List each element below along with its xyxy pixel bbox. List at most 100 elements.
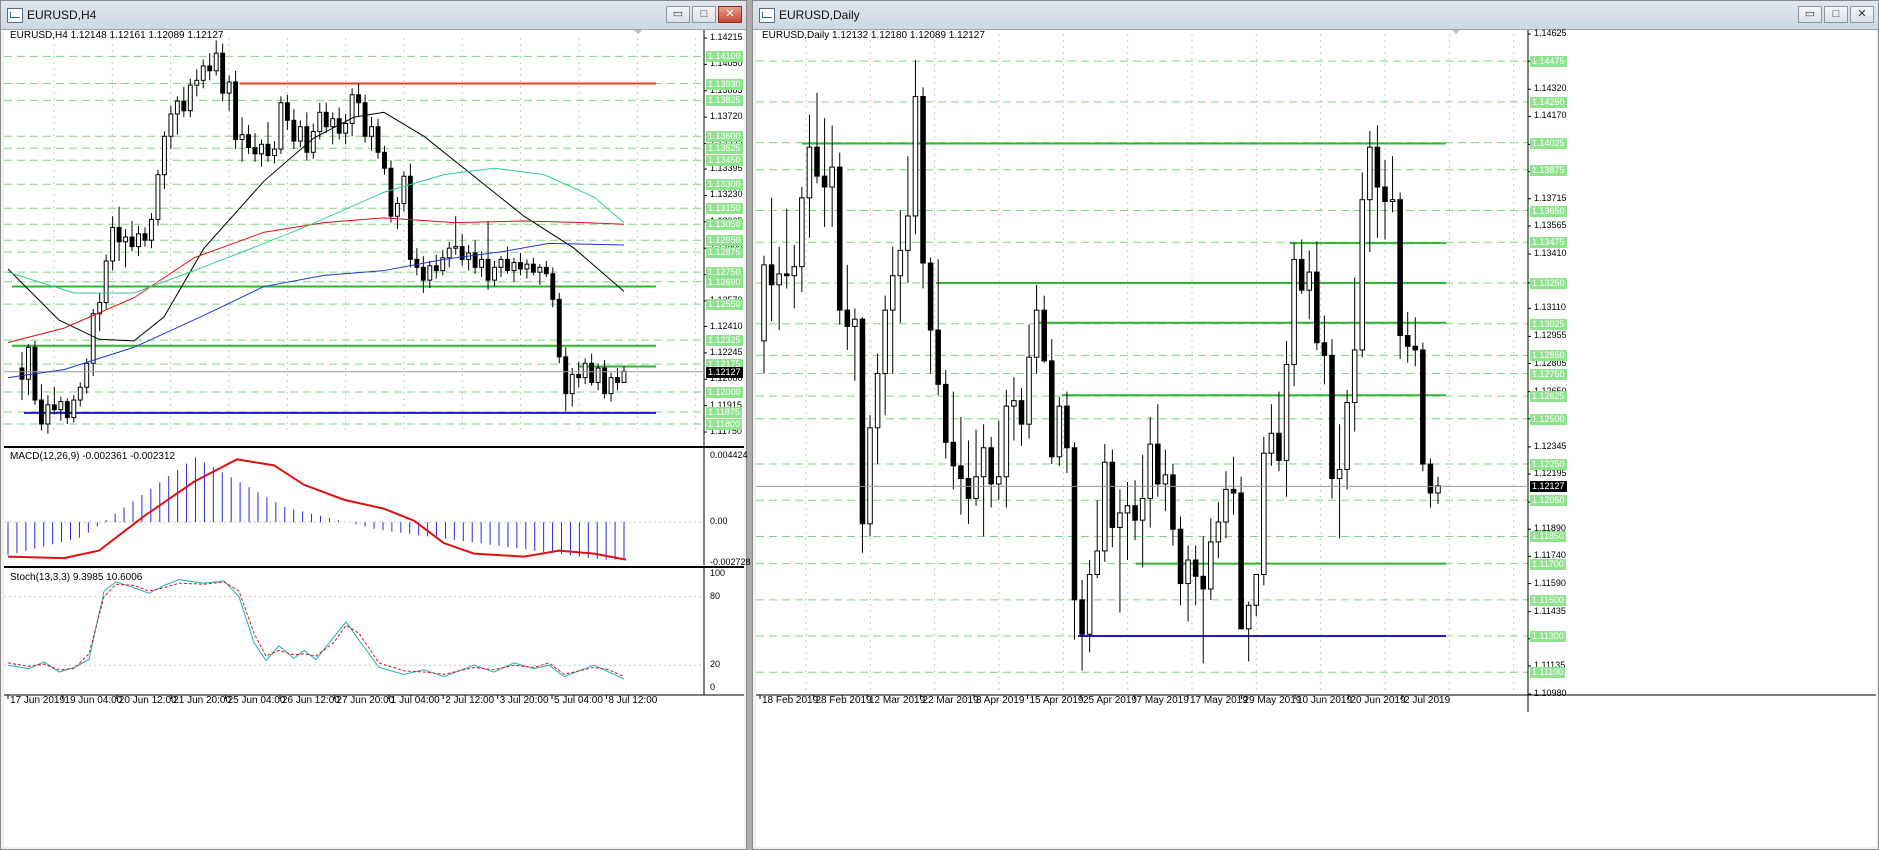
window-titlebar[interactable]: EURUSD,Daily ▭ □ ✕ <box>753 1 1878 30</box>
maximize-button[interactable]: □ <box>1824 6 1848 23</box>
bull-candle <box>1094 550 1100 575</box>
bull-candle <box>621 370 627 383</box>
bear-candle <box>485 258 491 281</box>
bull-candle <box>310 131 316 153</box>
maximize-button[interactable]: □ <box>692 6 716 23</box>
price-level-badge: 1.14025 <box>1530 137 1567 149</box>
bull-candle <box>1253 573 1260 606</box>
bull-candle <box>123 236 129 243</box>
bull-candle <box>174 100 180 115</box>
price-level-badge: 1.12690 <box>706 276 743 288</box>
price-level-badge: 1.12550 <box>706 299 743 311</box>
macd-tick: 0.00 <box>710 516 728 527</box>
price-level-badge: 1.12325 <box>706 335 743 347</box>
bear-candle <box>1230 488 1237 494</box>
date-tick: 3 Jul 20:00 <box>499 695 549 706</box>
window-eurusd-h4[interactable]: EURUSD,H4 ▭ □ ✕ EURUSD,H4 1.12148 1.1216… <box>0 0 751 850</box>
bull-candle <box>1268 432 1275 454</box>
bull-candle <box>1162 474 1169 485</box>
date-tick: 20 Jun 12:00 <box>118 695 177 706</box>
bear-candle <box>19 367 25 380</box>
stoch-tick: 0 <box>710 682 716 692</box>
price-level-badge: 1.12750 <box>1530 368 1567 380</box>
price-level-badge: 1.13525 <box>706 143 743 155</box>
h4-chart-area[interactable]: EURUSD,H4 1.12148 1.12161 1.12089 1.1212… <box>4 30 751 847</box>
price-level-badge: 1.12050 <box>1530 495 1567 507</box>
price-level-badge: 1.12500 <box>1530 413 1567 425</box>
price-tick: 1.13110 <box>1534 302 1566 313</box>
close-button[interactable]: ✕ <box>1850 6 1874 23</box>
bull-candle <box>882 309 888 375</box>
bull-candle <box>84 362 90 388</box>
date-tick: 7 May 2019 <box>1136 695 1189 706</box>
price-level-badge: 1.13875 <box>1530 164 1567 176</box>
bull-candle <box>401 175 407 204</box>
bear-candle <box>1314 271 1320 344</box>
scroll-marker-icon <box>1452 30 1460 34</box>
price-level-badge: 1.13825 <box>706 95 743 107</box>
daily-chart-svg <box>756 30 1876 712</box>
bear-candle <box>1397 199 1403 336</box>
price-tick: 1.12245 <box>710 346 743 357</box>
date-tick: 19 Jun 04:00 <box>64 695 123 706</box>
minimize-button[interactable]: ▭ <box>1798 6 1822 23</box>
window-titlebar[interactable]: EURUSD,H4 ▭ □ ✕ <box>1 1 746 30</box>
bull-candle <box>1435 485 1441 494</box>
price-level-badge: 1.14475 <box>1530 56 1567 68</box>
price-level-badge: 1.13300 <box>706 179 743 191</box>
bull-candle <box>1011 400 1017 407</box>
bear-candle <box>563 356 569 395</box>
bear-candle <box>233 81 239 140</box>
bull-candle <box>427 265 433 281</box>
bull-candle <box>608 377 614 395</box>
bull-candle <box>492 266 497 281</box>
bear-candle <box>265 143 271 156</box>
date-tick: 12 Mar 2019 <box>869 695 926 706</box>
ohlc-readout: EURUSD,Daily 1.12132 1.12180 1.12089 1.1… <box>762 30 985 41</box>
bear-candle <box>181 100 187 112</box>
bull-candle <box>874 373 881 429</box>
bear-candle <box>1041 309 1047 362</box>
bull-candle <box>1344 401 1350 470</box>
bull-candle <box>1056 405 1063 458</box>
bear-candle <box>1412 345 1419 351</box>
date-tick: 1 Jul 04:00 <box>390 695 440 706</box>
minimize-button[interactable]: ▭ <box>666 6 690 23</box>
bear-candle <box>589 362 595 383</box>
chart-window-icon <box>7 8 23 23</box>
bear-candle <box>1170 474 1176 530</box>
price-level-badge: 1.11875 <box>706 407 742 419</box>
bull-candle <box>103 260 109 304</box>
date-tick: 20 Jun 2019 <box>1350 695 1406 706</box>
bear-candle <box>51 404 57 411</box>
date-tick: 17 Jun 2019 <box>10 695 66 706</box>
ma-cyan-line <box>7 167 625 294</box>
bull-candle <box>791 266 798 277</box>
h4-chart-svg <box>4 30 744 699</box>
bull-candle <box>1306 271 1313 291</box>
close-button[interactable]: ✕ <box>718 6 742 23</box>
bull-candle <box>889 275 896 311</box>
bull-candle <box>161 135 167 176</box>
bear-candle <box>129 236 135 248</box>
price-tick: 1.14215 <box>710 32 743 42</box>
bull-candle <box>537 266 543 273</box>
bear-candle <box>284 102 290 121</box>
window-eurusd-daily[interactable]: EURUSD,Daily ▭ □ ✕ EURUSD,Daily 1.12132 … <box>752 0 1879 850</box>
bull-candle <box>71 399 77 419</box>
bear-candle <box>927 262 934 331</box>
ohlc-readout: EURUSD,H4 1.12148 1.12161 1.12089 1.1212… <box>10 30 224 41</box>
bear-candle <box>252 146 258 155</box>
bull-candle <box>155 174 161 220</box>
stoch-signal-line <box>7 581 625 678</box>
daily-chart-area[interactable]: EURUSD,Daily 1.12132 1.12180 1.12089 1.1… <box>756 28 1876 847</box>
price-level-badge: 1.12250 <box>1530 459 1567 471</box>
bear-candle <box>1238 492 1244 630</box>
price-level-badge: 1.11850 <box>1530 531 1566 543</box>
current-price-badge: 1.12127 <box>1530 481 1567 493</box>
bear-candle <box>517 262 523 270</box>
bear-candle <box>543 266 549 275</box>
stoch-tick: 80 <box>710 590 721 601</box>
price-tick: 1.13715 <box>1534 192 1567 203</box>
bull-candle <box>1086 573 1093 635</box>
